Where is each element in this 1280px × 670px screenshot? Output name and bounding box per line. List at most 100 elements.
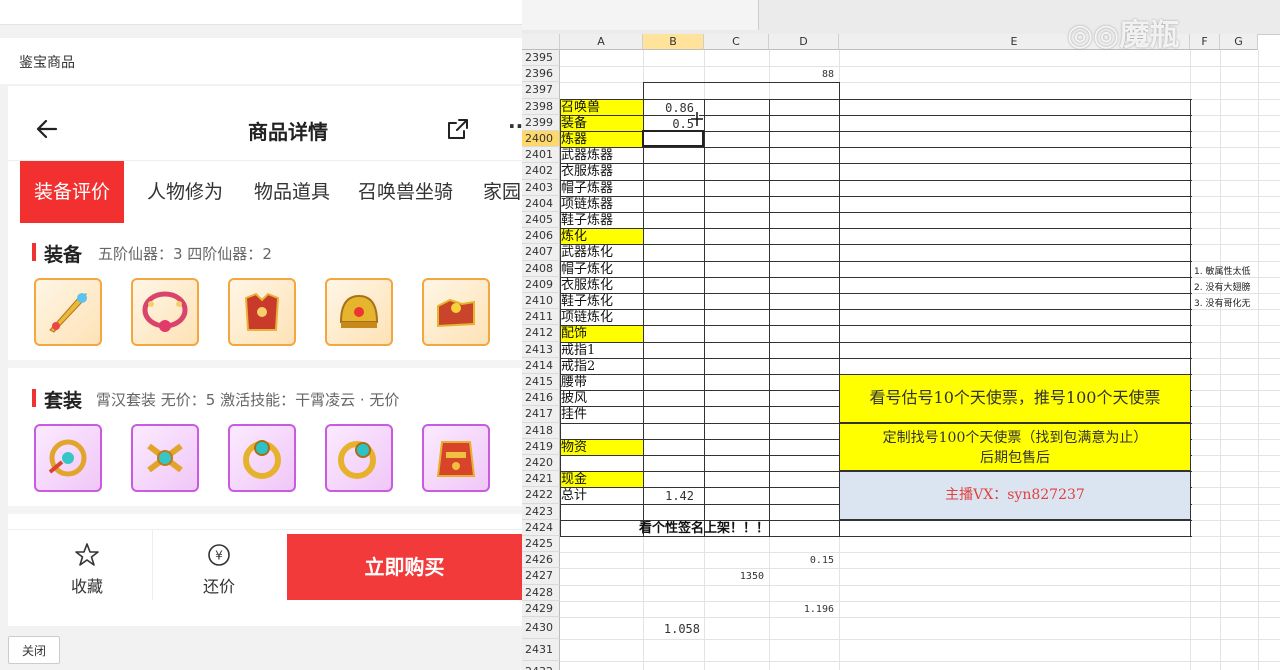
cell-value: 1350 <box>739 571 764 583</box>
row-header[interactable]: 2401 <box>522 147 560 164</box>
row-header[interactable]: 2426 <box>522 552 560 569</box>
row-header[interactable]: 2405 <box>522 212 560 229</box>
equipment-item-armor[interactable] <box>228 278 296 346</box>
column-header-f[interactable]: F <box>1190 34 1220 50</box>
row-header[interactable]: 2419 <box>522 438 560 455</box>
row-header[interactable]: 2428 <box>522 584 560 601</box>
row-header[interactable]: 2421 <box>522 471 560 488</box>
row-header[interactable]: 2396 <box>522 66 560 83</box>
suit-item-1[interactable] <box>34 424 102 492</box>
suit-item-5[interactable] <box>422 424 490 492</box>
side-note: 1. 敏属性太低 <box>1194 266 1251 277</box>
row-header[interactable]: 2414 <box>522 357 560 374</box>
tab-character-cultivation[interactable]: 人物修为 <box>147 161 223 223</box>
column-header-g[interactable]: G <box>1220 34 1258 50</box>
equipment-subtitle: 五阶仙器：3 四阶仙器：2 <box>98 245 272 263</box>
tab-items[interactable]: 物品道具 <box>254 161 330 223</box>
custom-service-banner: 定制找号100个天使票（找到包满意为止） 后期包售后 <box>839 422 1191 472</box>
page-label-bar: 鉴宝商品 <box>0 38 522 84</box>
watermark-logo: ◎◎魔瓶 <box>1067 18 1180 53</box>
mobile-screen: 商品详情 ·· 装备评价 人物修为 物品道具 召唤兽坐骑 家园 装备 五阶仙器：… <box>8 86 522 626</box>
favorite-button[interactable]: 收藏 <box>22 530 152 600</box>
tab-equipment-eval[interactable]: 装备评价 <box>20 161 125 223</box>
tab-pets-mounts[interactable]: 召唤兽坐骑 <box>358 161 453 223</box>
row-header[interactable]: 2432 <box>522 661 560 670</box>
equipment-item-shoes[interactable] <box>422 278 490 346</box>
row-header[interactable]: 2407 <box>522 244 560 261</box>
tab-home[interactable]: 家园 <box>483 161 521 223</box>
row-header[interactable]: 2429 <box>522 600 560 617</box>
cell-grid[interactable]: 召唤兽 装备 炼器 武器炼器 衣服炼器 帽子炼器 项链炼器 鞋子炼器 炼化 武器炼化 帽子炼化 衣服炼… <box>560 50 1280 670</box>
row-header[interactable]: 2422 <box>522 487 560 504</box>
necklace-icon <box>142 291 188 332</box>
row-header[interactable]: 2417 <box>522 406 560 423</box>
share-icon[interactable] <box>446 117 470 141</box>
ring-icon <box>243 440 281 479</box>
row-header[interactable]: 2425 <box>522 536 560 553</box>
row-header[interactable]: 2399 <box>522 114 560 131</box>
cell-label: 装备 <box>561 115 588 131</box>
row-header[interactable]: 2410 <box>522 293 560 310</box>
select-all-corner[interactable] <box>522 34 560 50</box>
row-header[interactable]: 2404 <box>522 195 560 212</box>
row-header[interactable]: 2430 <box>522 617 560 639</box>
column-header-b[interactable]: B <box>643 34 704 50</box>
table-border <box>560 114 1192 116</box>
suit-item-3[interactable] <box>228 424 296 492</box>
row-header[interactable]: 2413 <box>522 341 560 358</box>
row-header[interactable]: 2409 <box>522 276 560 293</box>
table-border <box>560 98 1192 100</box>
equipment-item-necklace[interactable] <box>131 278 199 346</box>
table-border <box>560 293 1192 294</box>
row-header[interactable]: 2398 <box>522 98 560 115</box>
row-header[interactable]: 2395 <box>522 50 560 67</box>
row-header[interactable]: 2423 <box>522 503 560 520</box>
row-header[interactable]: 2397 <box>522 82 560 99</box>
bargain-button[interactable]: ¥ 还价 <box>154 530 284 600</box>
cell-label: 衣服炼器 <box>561 164 614 180</box>
cell-label: 戒指2 <box>561 358 596 374</box>
equipment-item-helmet[interactable] <box>325 278 393 346</box>
row-header[interactable]: 2400 <box>522 131 560 148</box>
row-header[interactable]: 2403 <box>522 179 560 196</box>
close-button[interactable]: 关闭 <box>8 636 60 664</box>
row-header[interactable]: 2431 <box>522 639 560 661</box>
belt-icon <box>147 443 183 473</box>
cell-value: 1.42 <box>665 489 694 504</box>
gridline <box>1258 50 1259 670</box>
cell-label: 召唤兽 <box>561 99 601 115</box>
suit-item-2[interactable] <box>131 424 199 492</box>
more-icon[interactable]: ·· <box>508 114 522 138</box>
nav-title: 商品详情 <box>248 120 328 144</box>
table-border <box>560 179 1192 181</box>
row-header[interactable]: 2416 <box>522 390 560 407</box>
formula-input[interactable] <box>522 0 759 30</box>
cell-label: 配饰 <box>561 326 588 342</box>
row-header[interactable]: 2415 <box>522 374 560 391</box>
section-divider <box>8 360 522 368</box>
row-header[interactable]: 2408 <box>522 260 560 277</box>
table-border <box>560 244 1192 246</box>
suit-item-4[interactable] <box>325 424 393 492</box>
gridline <box>560 639 1280 640</box>
armor-icon <box>244 292 280 331</box>
table-border <box>769 98 770 536</box>
row-header[interactable]: 2411 <box>522 309 560 326</box>
suit-subtitle: 霄汉套装 无价：5 激活技能：干霄凌云 · 无价 <box>96 391 400 409</box>
row-header[interactable]: 2424 <box>522 519 560 536</box>
cell-value: 1.058 <box>663 622 700 636</box>
row-header[interactable]: 2412 <box>522 325 560 342</box>
cell-label: 挂件 <box>561 407 588 423</box>
row-header[interactable]: 2406 <box>522 228 560 245</box>
column-header-d[interactable]: D <box>769 34 839 50</box>
row-header[interactable]: 2420 <box>522 455 560 472</box>
row-header[interactable]: 2402 <box>522 163 560 180</box>
suit-title: 套装 <box>44 390 83 412</box>
gridline <box>560 552 1280 554</box>
buy-now-button[interactable]: 立即购买 <box>287 534 522 600</box>
row-header[interactable]: 2427 <box>522 568 560 585</box>
column-header-a[interactable]: A <box>560 34 643 50</box>
equipment-item-weapon[interactable] <box>34 278 102 346</box>
column-header-c[interactable]: C <box>704 34 769 50</box>
row-header[interactable]: 2418 <box>522 422 560 439</box>
